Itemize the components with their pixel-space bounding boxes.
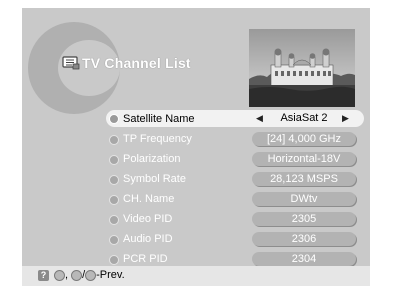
value-field[interactable]: 2306	[252, 232, 356, 246]
row-audio-pid[interactable]: Audio PID 2306	[106, 230, 364, 250]
value-field[interactable]: 2305	[252, 212, 356, 226]
row-value: [24] 4,000 GHz	[267, 133, 341, 145]
row-value: Horizontal-18V	[267, 153, 341, 165]
bullet-icon	[109, 155, 119, 165]
value-field[interactable]: Horizontal-18V	[252, 152, 356, 166]
title-bar: TV Channel List	[62, 55, 191, 71]
screen: TV Channel List Satellite Name ◀ AsiaSat…	[0, 0, 405, 296]
row-value: DWtv	[290, 193, 318, 205]
footer-hints: ? , / -Prev.	[38, 269, 125, 281]
row-value: AsiaSat 2	[280, 112, 328, 124]
row-label: Symbol Rate	[123, 173, 186, 185]
menu-button-icon[interactable]	[71, 269, 83, 281]
row-label: Audio PID	[123, 233, 173, 245]
prev-label: -Prev.	[96, 269, 125, 281]
row-polarization[interactable]: Polarization Horizontal-18V	[106, 150, 364, 170]
value-field[interactable]: DWtv	[252, 192, 356, 206]
bullet-icon	[109, 215, 119, 225]
info-button-icon[interactable]	[54, 269, 65, 281]
value-field[interactable]: 28,123 MSPS	[252, 172, 356, 186]
bullet-icon	[109, 114, 119, 124]
row-label: PCR PID	[123, 253, 168, 265]
row-video-pid[interactable]: Video PID 2305	[106, 210, 364, 230]
channel-info-list: Satellite Name ◀ AsiaSat 2 ▶ TP Frequenc…	[106, 110, 364, 270]
row-value: 2306	[291, 233, 317, 245]
row-label: Satellite Name	[123, 113, 195, 125]
row-label: Polarization	[123, 153, 181, 165]
value-field[interactable]: 2304	[252, 252, 356, 266]
bullet-icon	[109, 235, 119, 245]
row-ch-name[interactable]: CH. Name DWtv	[106, 190, 364, 210]
row-value: 2304	[291, 253, 317, 265]
question-icon[interactable]: ?	[38, 269, 49, 281]
bullet-icon	[109, 135, 119, 145]
row-value: 28,123 MSPS	[270, 173, 338, 185]
row-symbol-rate[interactable]: Symbol Rate 28,123 MSPS	[106, 170, 364, 190]
row-value: 2305	[291, 213, 317, 225]
row-label: CH. Name	[123, 193, 175, 205]
row-label: Video PID	[123, 213, 173, 225]
bullet-icon	[109, 255, 119, 265]
row-tp-frequency[interactable]: TP Frequency [24] 4,000 GHz	[106, 130, 364, 150]
bullet-icon	[109, 175, 119, 185]
footer-help-bar: ? , / -Prev.	[22, 266, 370, 286]
row-label: TP Frequency	[123, 133, 192, 145]
exit-button-icon[interactable]	[85, 269, 97, 281]
separator-comma: ,	[65, 269, 69, 281]
channel-preview-image	[249, 29, 355, 107]
page-title: TV Channel List	[82, 55, 191, 71]
arrow-right-icon[interactable]: ▶	[342, 113, 349, 124]
value-field[interactable]: [24] 4,000 GHz	[252, 132, 356, 146]
tv-list-icon	[62, 56, 80, 70]
bullet-icon	[109, 195, 119, 205]
row-satellite-name[interactable]: Satellite Name ◀ AsiaSat 2 ▶	[106, 110, 364, 127]
